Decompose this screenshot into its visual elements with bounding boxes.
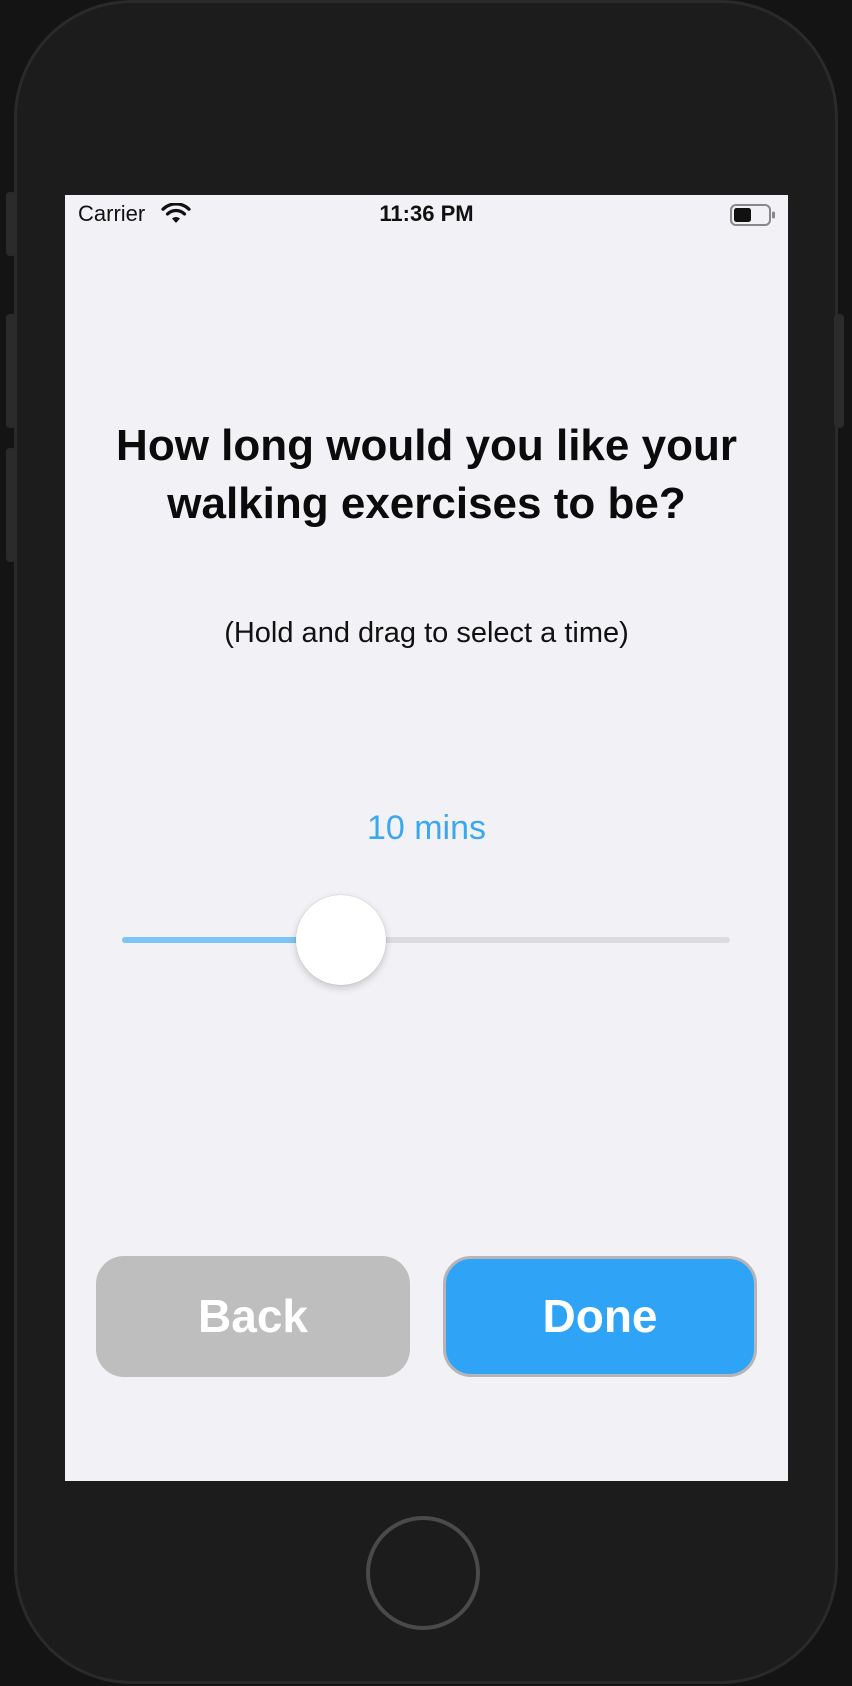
volume-up-button	[6, 314, 16, 428]
selected-duration-label: 10 mins	[366, 809, 487, 847]
mute-switch	[6, 192, 16, 256]
volume-down-button	[6, 448, 16, 562]
app-screen: Carrier 11:36 PM How long would you like…	[65, 195, 788, 1481]
slider-thumb[interactable]	[296, 895, 386, 985]
status-bar: Carrier 11:36 PM	[65, 195, 788, 237]
status-time: 11:36 PM	[379, 201, 474, 226]
duration-slider[interactable]	[122, 895, 730, 985]
instruction-hint: (Hold and drag to select a time)	[224, 617, 629, 649]
home-button[interactable]	[366, 1516, 480, 1630]
question-heading: How long would you like your walking exe…	[116, 421, 737, 528]
done-button[interactable]: Done	[443, 1256, 757, 1377]
battery-icon	[730, 204, 776, 231]
back-button[interactable]: Back	[96, 1256, 410, 1377]
power-button	[834, 314, 844, 428]
